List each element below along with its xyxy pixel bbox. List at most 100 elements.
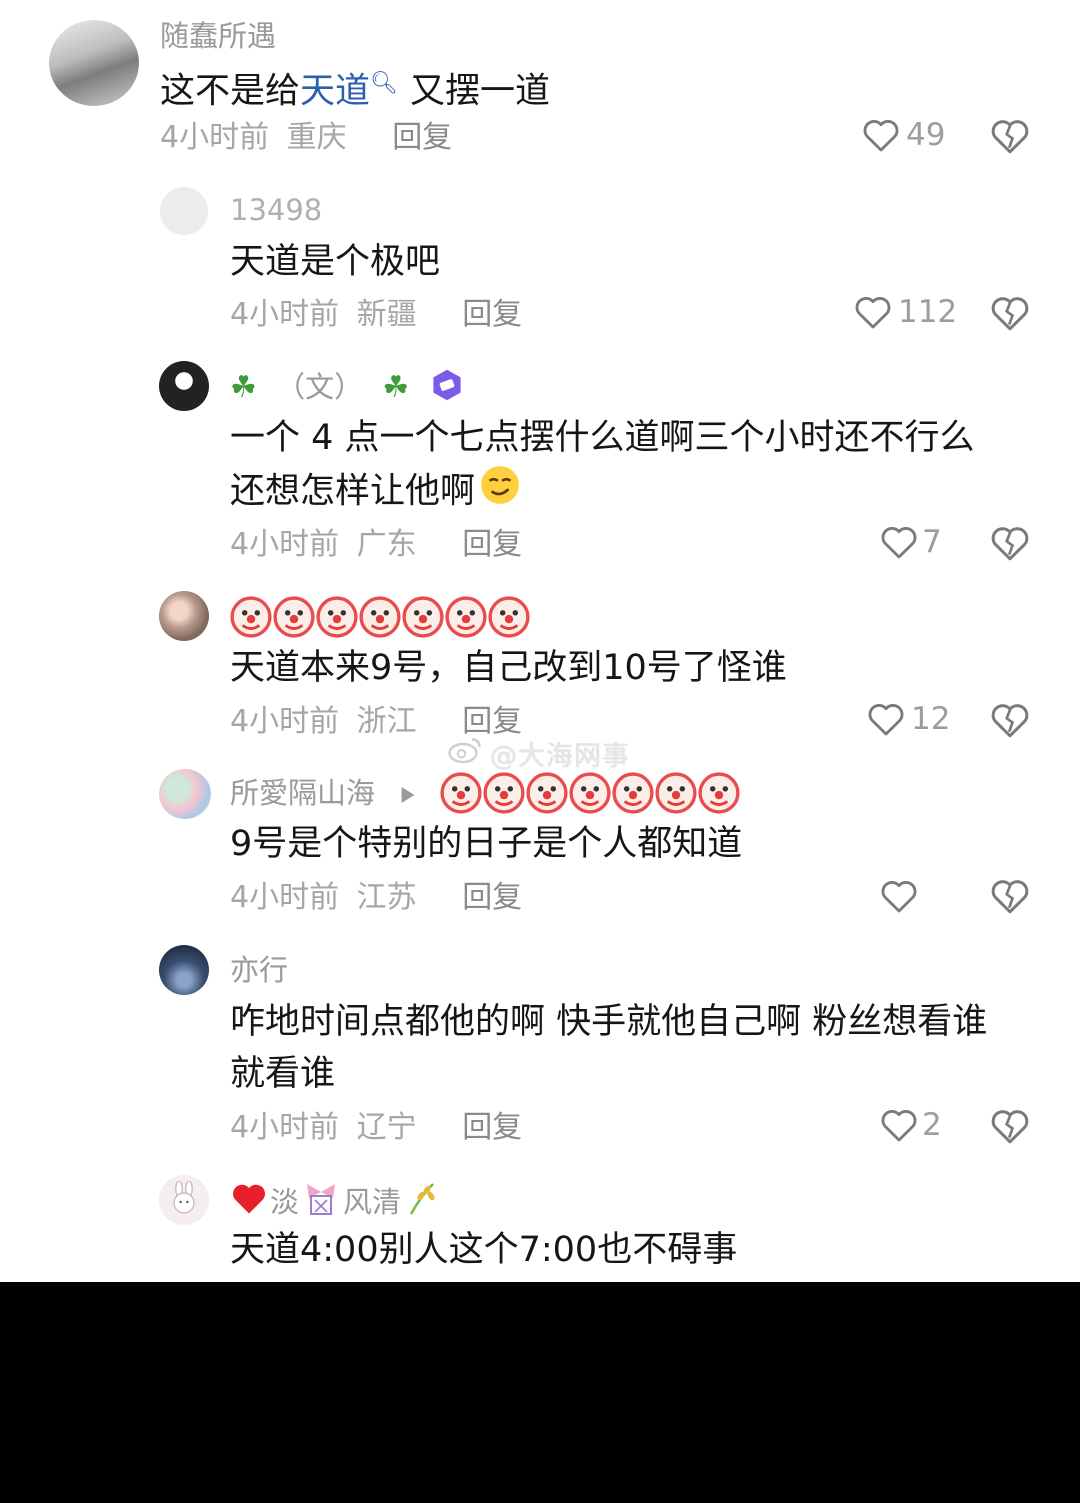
like-count: 49 — [906, 117, 946, 153]
comment-meta: 4小时前 辽宁 回复 — [230, 1108, 522, 1148]
comment-meta: 4小时前 重庆 回复 — [160, 118, 452, 158]
comment-location: 江苏 — [356, 880, 417, 915]
comment-meta: 4小时前 江苏 回复 — [230, 878, 522, 918]
level-badge-icon — [430, 368, 464, 410]
broken-heart-icon — [990, 527, 1030, 566]
clown-face-icon — [440, 772, 482, 818]
clown-emoji-row — [440, 772, 740, 818]
clover-icon: ☘ — [382, 370, 410, 405]
comment-time: 4小时前 — [230, 297, 340, 332]
username-text: 风清 — [343, 1185, 402, 1219]
comment-text: 天道4:00别人这个7:00也不碍事 — [230, 1230, 738, 1270]
username-text: （文） — [276, 370, 364, 404]
clown-emoji-row — [230, 596, 530, 642]
avatar[interactable] — [159, 769, 211, 819]
play-arrow-icon — [400, 777, 416, 813]
heart-outline-icon — [854, 294, 892, 330]
dislike-button[interactable] — [990, 877, 1030, 919]
clover-icon: ☘ — [230, 370, 257, 405]
watermark-text: @大海网事 — [490, 741, 630, 772]
avatar[interactable] — [159, 1175, 209, 1225]
smirk-emoji-icon — [479, 464, 521, 521]
like-button[interactable]: 2 — [880, 1107, 942, 1143]
clown-face-icon — [273, 596, 315, 642]
clown-face-icon — [316, 596, 358, 642]
comment-location: 重庆 — [286, 120, 347, 155]
comment-time: 4小时前 — [230, 1110, 340, 1145]
like-button[interactable] — [880, 878, 918, 914]
clown-face-icon — [569, 772, 611, 818]
comment-meta: 4小时前 新疆 回复 — [230, 295, 522, 335]
username[interactable]: 随蠢所遇 — [160, 18, 276, 54]
search-icon[interactable]: 🔍︎ — [370, 71, 398, 96]
clown-face-icon — [526, 772, 568, 818]
comment-text: 这不是给天道🔍︎ 又摆一道 — [160, 58, 550, 118]
avatar[interactable] — [160, 187, 208, 235]
clown-face-icon — [359, 596, 401, 642]
username-text: 淡 — [270, 1185, 300, 1219]
dislike-button[interactable] — [990, 294, 1030, 336]
heart-outline-icon — [867, 701, 905, 737]
reply-button[interactable]: 回复 — [462, 297, 522, 332]
username[interactable]: 亦行 — [230, 952, 288, 988]
clown-face-icon — [483, 772, 525, 818]
comment-text-line: 一个 4 点一个七点摆什么道啊三个小时还不行么 — [230, 418, 975, 458]
avatar[interactable] — [159, 591, 209, 641]
comment-time: 4小时前 — [230, 880, 340, 915]
dislike-button[interactable] — [990, 524, 1030, 566]
comment-text-part: 又摆一道 — [409, 71, 550, 112]
comment-text: 咋地时间点都他的啊 快手就他自己啊 粉丝想看谁 就看谁 — [230, 996, 987, 1100]
reply-button[interactable]: 回复 — [462, 1110, 522, 1145]
like-button[interactable]: 12 — [867, 701, 950, 737]
broken-heart-icon — [990, 880, 1030, 919]
username[interactable]: 所愛隔山海 — [230, 775, 416, 813]
comment-text-line: 还想怎样让他啊 — [230, 464, 975, 521]
like-count: 2 — [922, 1107, 942, 1143]
avatar[interactable] — [49, 20, 139, 106]
heart-outline-icon — [862, 117, 900, 153]
watermark: @大海网事 — [448, 734, 630, 773]
reply-button[interactable]: 回复 — [462, 880, 522, 915]
like-button[interactable]: 112 — [854, 294, 957, 330]
like-count: 7 — [922, 524, 942, 560]
comment-text-part: 这不是给 — [160, 71, 301, 112]
clown-face-icon — [445, 596, 487, 642]
comment-list: 随蠢所遇 这不是给天道🔍︎ 又摆一道 4小时前 重庆 回复 49 13498 天道… — [0, 0, 1080, 1282]
avatar[interactable] — [159, 361, 209, 411]
clown-face-icon — [402, 596, 444, 642]
comment-text: 天道是个极吧 — [230, 242, 441, 282]
comment-location: 新疆 — [356, 297, 417, 332]
dislike-button[interactable] — [990, 117, 1030, 159]
heart-outline-icon — [880, 1107, 918, 1143]
username[interactable]: 13498 — [230, 192, 322, 228]
topic-link[interactable]: 天道 — [300, 72, 370, 112]
comment-time: 4小时前 — [230, 527, 340, 562]
clown-face-icon — [698, 772, 740, 818]
clown-face-icon — [230, 596, 272, 642]
dislike-button[interactable] — [990, 701, 1030, 743]
broken-heart-icon — [990, 120, 1030, 159]
bunny-icon — [170, 1180, 198, 1221]
comment-location: 广东 — [356, 527, 417, 562]
username[interactable]: ☘ （文） ☘ — [230, 368, 464, 410]
heart-outline-icon — [880, 878, 918, 914]
comment-text-line: 咋地时间点都他的啊 快手就他自己啊 粉丝想看谁 — [230, 1002, 988, 1042]
like-button[interactable]: 49 — [862, 117, 945, 153]
clown-face-icon — [612, 772, 654, 818]
comment-time: 4小时前 — [230, 704, 340, 739]
comment-text: 天道本来9号，自己改到10号了怪谁 — [230, 648, 787, 688]
comment-text-part: 还想怎样让他啊 — [230, 471, 476, 512]
comment-location: 浙江 — [356, 704, 417, 739]
broken-heart-icon — [990, 1110, 1030, 1149]
avatar[interactable] — [159, 945, 209, 995]
reply-button[interactable]: 回复 — [392, 120, 452, 155]
comment-location: 辽宁 — [356, 1110, 417, 1145]
comment-text-line: 就看谁 — [230, 1054, 336, 1094]
weibo-logo-icon — [448, 736, 484, 771]
reply-button[interactable]: 回复 — [462, 527, 522, 562]
like-count: 12 — [911, 701, 951, 737]
username[interactable]: 淡 风清 — [230, 1180, 439, 1224]
ribbon-bow-icon — [301, 1180, 341, 1224]
like-button[interactable]: 7 — [880, 524, 942, 560]
dislike-button[interactable] — [990, 1107, 1030, 1149]
